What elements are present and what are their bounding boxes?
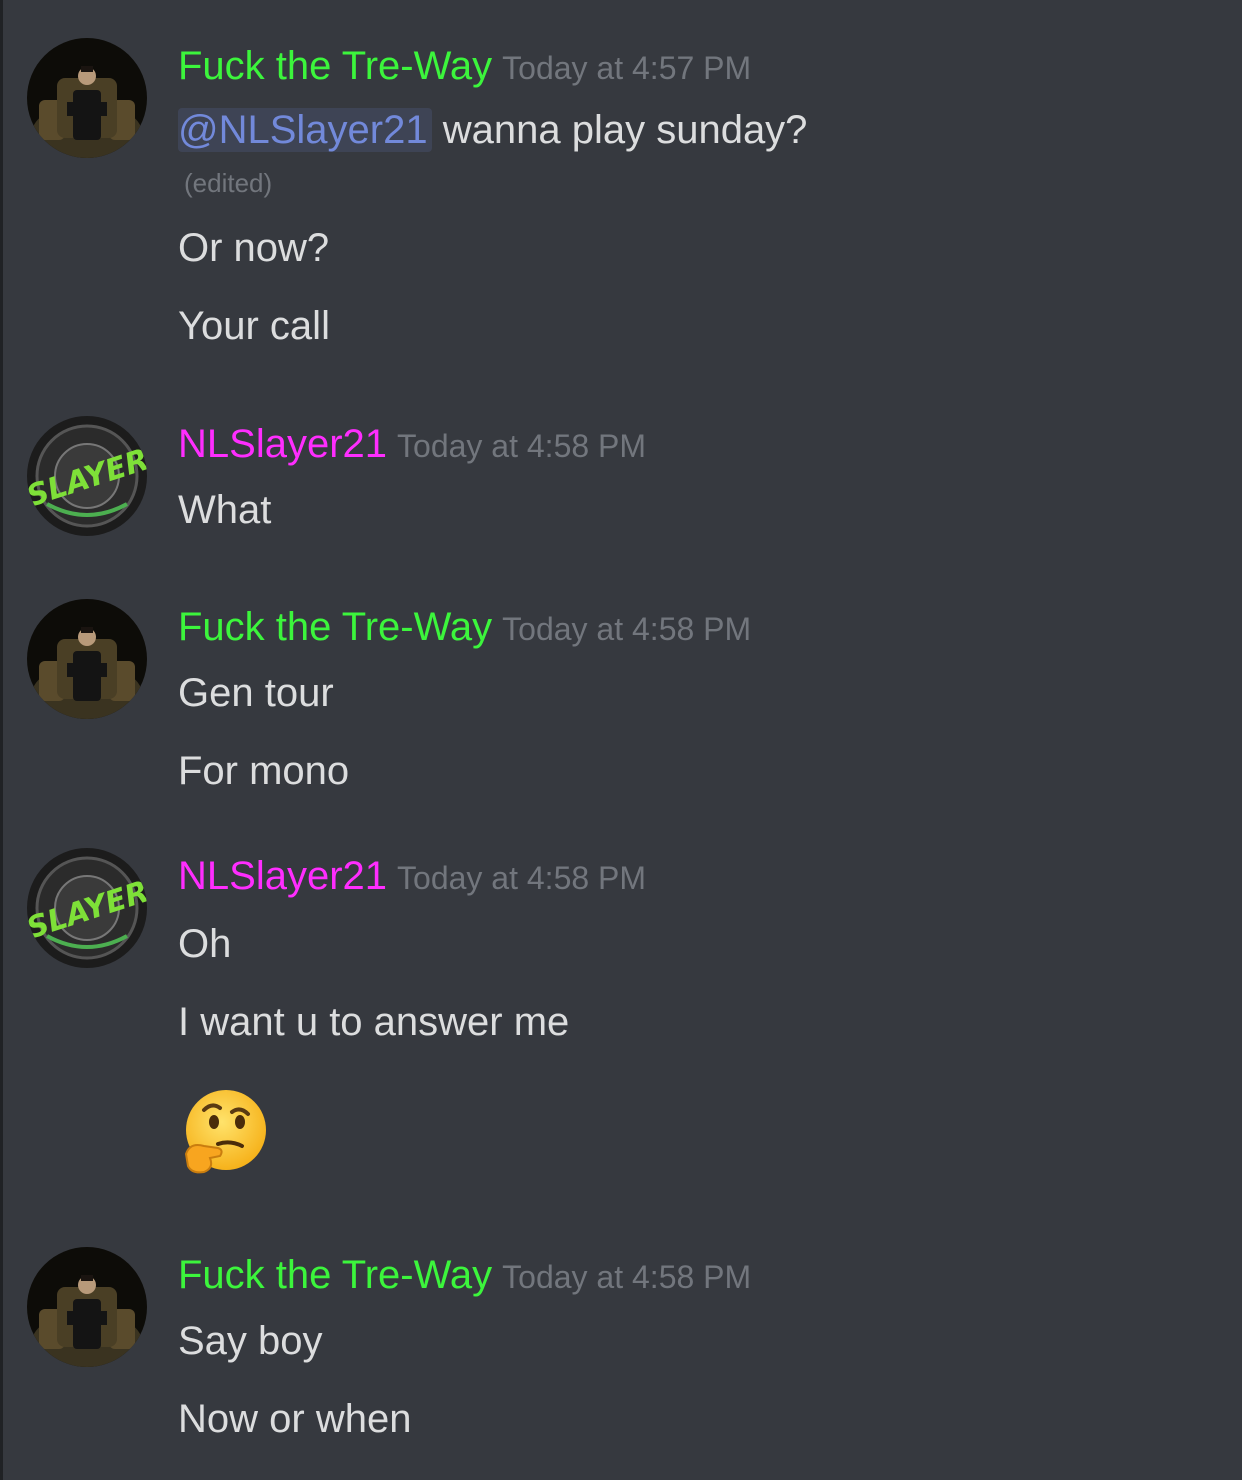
message-header: Fuck the Tre-Way Today at 4:58 PM (178, 605, 751, 655)
timestamp: Today at 4:58 PM (502, 611, 752, 647)
message-header: Fuck the Tre-Way Today at 4:57 PM (178, 44, 751, 94)
username[interactable]: Fuck the Tre-Way (178, 605, 492, 649)
message-text: What (178, 488, 272, 532)
timestamp: Today at 4:57 PM (502, 50, 752, 86)
thinking-face-emoji-icon[interactable] (180, 1088, 268, 1176)
message-text: @NLSlayer21 wanna play sunday? (178, 108, 807, 153)
avatar[interactable]: SLAYER (27, 848, 147, 968)
username[interactable]: NLSlayer21 (178, 422, 387, 466)
user-mention[interactable]: @NLSlayer21 (178, 108, 432, 152)
message-text: I want u to answer me (178, 1000, 570, 1044)
message-header: NLSlayer21 Today at 4:58 PM (178, 854, 646, 904)
message-text: Now or when (178, 1397, 412, 1441)
message-text: Say boy (178, 1319, 323, 1363)
message-text: For mono (178, 749, 350, 793)
message-header: NLSlayer21 Today at 4:58 PM (178, 422, 646, 472)
username[interactable]: Fuck the Tre-Way (178, 1253, 492, 1297)
username[interactable]: NLSlayer21 (178, 854, 387, 898)
avatar[interactable] (27, 1247, 147, 1367)
avatar[interactable] (27, 599, 147, 719)
edited-label: (edited) (184, 168, 273, 198)
message-text: Or now? (178, 226, 330, 270)
username[interactable]: Fuck the Tre-Way (178, 44, 492, 88)
timestamp: Today at 4:58 PM (397, 428, 647, 464)
chat-messages: Fuck the Tre-Way Today at 4:57 PM @NLSlay… (0, 0, 1242, 1480)
godfather-avatar-icon (27, 1247, 147, 1367)
godfather-avatar-icon (27, 38, 147, 158)
avatar[interactable] (27, 38, 147, 158)
slayer-logo-icon: SLAYER (27, 848, 147, 968)
godfather-avatar-icon (27, 599, 147, 719)
avatar[interactable]: SLAYER (27, 416, 147, 536)
message-text-content: wanna play sunday? (431, 108, 808, 152)
timestamp: Today at 4:58 PM (397, 860, 647, 896)
message-text: Oh (178, 922, 232, 966)
message-header: Fuck the Tre-Way Today at 4:58 PM (178, 1253, 751, 1303)
slayer-logo-icon: SLAYER (27, 416, 147, 536)
message-text: Your call (178, 304, 330, 348)
message-text: Gen tour (178, 671, 334, 715)
timestamp: Today at 4:58 PM (502, 1259, 752, 1295)
